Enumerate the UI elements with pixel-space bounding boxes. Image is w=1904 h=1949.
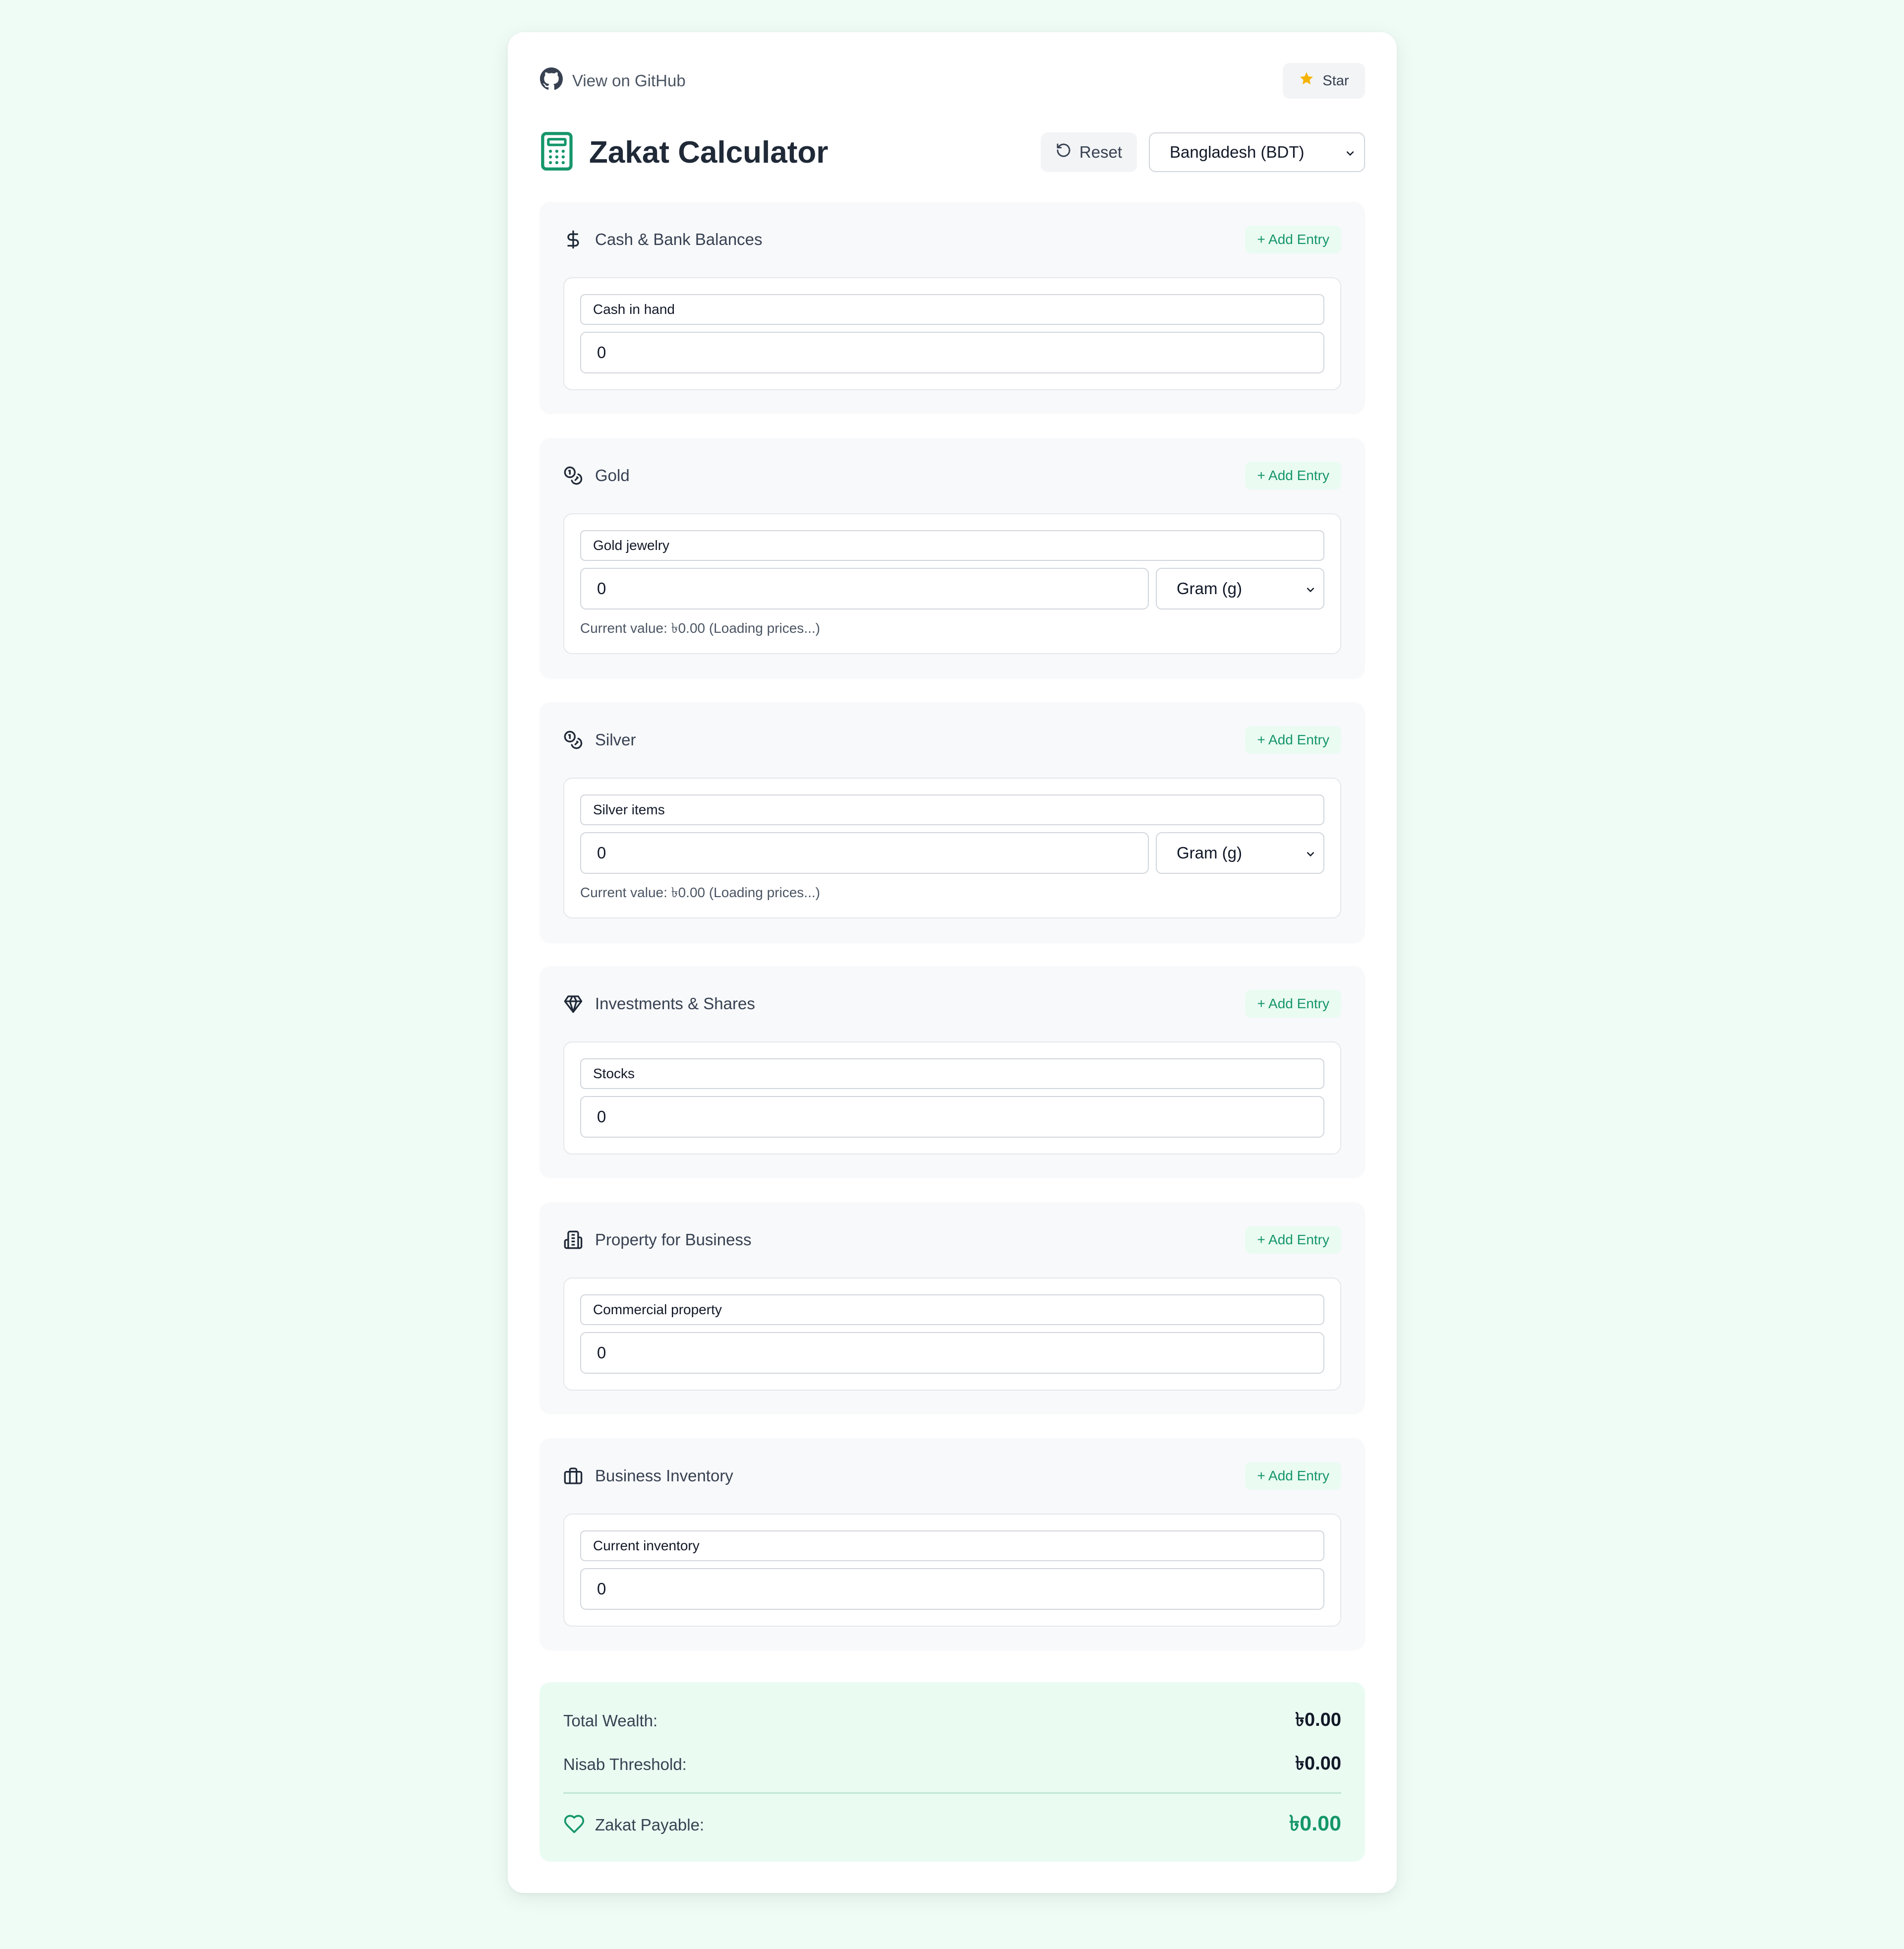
add-entry-button[interactable]: + Add Entry bbox=[1245, 226, 1341, 253]
summary-divider bbox=[563, 1792, 1341, 1794]
unit-value: Gram (g) bbox=[1177, 844, 1242, 862]
coins-icon bbox=[563, 730, 583, 750]
entry-label-input[interactable]: Gold jewelry bbox=[580, 530, 1324, 561]
chevron-down-icon bbox=[1346, 151, 1354, 156]
section-header: Gold + Add Entry bbox=[563, 462, 1341, 489]
top-bar: View on GitHub Star bbox=[539, 32, 1365, 131]
unit-value: Gram (g) bbox=[1177, 579, 1242, 598]
amount-input[interactable]: 0 bbox=[580, 568, 1149, 609]
add-entry-button[interactable]: + Add Entry bbox=[1245, 1462, 1341, 1490]
total-wealth-row: Total Wealth: ৳0.00 bbox=[563, 1707, 1341, 1735]
section-title: Business Inventory bbox=[595, 1466, 733, 1485]
add-entry-button[interactable]: + Add Entry bbox=[1245, 726, 1341, 754]
star-icon bbox=[1299, 71, 1314, 91]
heart-icon bbox=[563, 1813, 595, 1837]
reset-label: Reset bbox=[1079, 143, 1123, 161]
section-header: Silver + Add Entry bbox=[563, 726, 1341, 754]
total-wealth-label: Total Wealth: bbox=[563, 1711, 658, 1730]
unit-select[interactable]: Gram (g) bbox=[1156, 568, 1324, 609]
section-header: Investments & Shares + Add Entry bbox=[563, 990, 1341, 1018]
section-title: Investments & Shares bbox=[595, 994, 755, 1013]
current-value-note: Current value: ৳0.00 (Loading prices...) bbox=[580, 885, 820, 900]
entry-card: Silver items 0 Gram (g) Current value: ৳… bbox=[563, 778, 1341, 918]
amount-input[interactable]: 0 bbox=[580, 1096, 1324, 1138]
amount-input[interactable]: 0 bbox=[580, 832, 1149, 874]
section-property: Property for Business + Add Entry Commer… bbox=[539, 1202, 1365, 1414]
zakat-payable-label: Zakat Payable: bbox=[595, 1816, 705, 1834]
entry-label-input[interactable]: Commercial property bbox=[580, 1294, 1324, 1325]
nisab-row: Nisab Threshold: ৳0.00 bbox=[563, 1751, 1341, 1778]
calculator-icon bbox=[539, 131, 574, 174]
chevron-down-icon bbox=[1307, 852, 1314, 857]
add-entry-button[interactable]: + Add Entry bbox=[1245, 990, 1341, 1018]
section-header: Business Inventory + Add Entry bbox=[563, 1462, 1341, 1490]
section-header: Property for Business + Add Entry bbox=[563, 1226, 1341, 1254]
star-button[interactable]: Star bbox=[1283, 63, 1365, 99]
amount-input[interactable]: 0 bbox=[580, 1568, 1324, 1610]
github-link-label: View on GitHub bbox=[572, 71, 686, 90]
nisab-label: Nisab Threshold: bbox=[563, 1755, 687, 1773]
rotate-ccw-icon bbox=[1056, 142, 1071, 162]
entry-card: Gold jewelry 0 Gram (g) Current value: ৳… bbox=[563, 513, 1341, 654]
entry-label-input[interactable]: Current inventory bbox=[580, 1530, 1324, 1561]
dollar-sign-icon bbox=[563, 230, 583, 249]
section-cash: Cash & Bank Balances + Add Entry Cash in… bbox=[539, 202, 1365, 414]
section-title: Silver bbox=[595, 731, 636, 749]
entry-label-input[interactable]: Stocks bbox=[580, 1058, 1324, 1089]
add-entry-button[interactable]: + Add Entry bbox=[1245, 462, 1341, 489]
header: Zakat Calculator Reset Bangladesh (BDT) bbox=[539, 130, 1365, 175]
star-label: Star bbox=[1322, 72, 1349, 89]
github-icon bbox=[539, 67, 563, 95]
nisab-value: ৳0.00 bbox=[1295, 1753, 1341, 1774]
section-title: Gold bbox=[595, 466, 630, 485]
page-title: Zakat Calculator bbox=[589, 135, 829, 170]
amount-input[interactable]: 0 bbox=[580, 1332, 1324, 1374]
section-title: Property for Business bbox=[595, 1230, 752, 1249]
total-wealth-value: ৳0.00 bbox=[1295, 1709, 1341, 1730]
unit-select[interactable]: Gram (g) bbox=[1156, 832, 1324, 874]
section-silver: Silver + Add Entry Silver items 0 Gram (… bbox=[539, 702, 1365, 943]
section-header: Cash & Bank Balances + Add Entry bbox=[563, 226, 1341, 253]
entry-card: Cash in hand 0 bbox=[563, 277, 1341, 390]
section-title: Cash & Bank Balances bbox=[595, 230, 763, 248]
entry-card: Current inventory 0 bbox=[563, 1514, 1341, 1627]
amount-input[interactable]: 0 bbox=[580, 332, 1324, 373]
add-entry-button[interactable]: + Add Entry bbox=[1245, 1226, 1341, 1254]
gem-icon bbox=[563, 994, 583, 1014]
entry-card: Commercial property 0 bbox=[563, 1278, 1341, 1391]
building-icon bbox=[563, 1230, 583, 1250]
section-gold: Gold + Add Entry Gold jewelry 0 Gram (g)… bbox=[539, 438, 1365, 679]
coins-icon bbox=[563, 466, 583, 486]
country-select[interactable]: Bangladesh (BDT) bbox=[1149, 132, 1365, 172]
zakat-payable-value: ৳0.00 bbox=[1289, 1811, 1341, 1835]
summary-panel: Total Wealth: ৳0.00 Nisab Threshold: ৳0.… bbox=[539, 1682, 1365, 1862]
briefcase-icon bbox=[563, 1466, 583, 1486]
entry-label-input[interactable]: Cash in hand bbox=[580, 294, 1324, 325]
zakat-payable-row: Zakat Payable: ৳0.00 bbox=[563, 1810, 1341, 1840]
entry-card: Stocks 0 bbox=[563, 1041, 1341, 1155]
entry-label-input[interactable]: Silver items bbox=[580, 794, 1324, 825]
chevron-down-icon bbox=[1307, 588, 1314, 593]
country-value: Bangladesh (BDT) bbox=[1170, 143, 1305, 161]
section-investments: Investments & Shares + Add Entry Stocks … bbox=[539, 966, 1365, 1178]
reset-button[interactable]: Reset bbox=[1041, 132, 1137, 172]
current-value-note: Current value: ৳0.00 (Loading prices...) bbox=[580, 620, 820, 636]
section-inventory: Business Inventory + Add Entry Current i… bbox=[539, 1438, 1365, 1650]
github-link[interactable]: View on GitHub bbox=[539, 67, 686, 95]
